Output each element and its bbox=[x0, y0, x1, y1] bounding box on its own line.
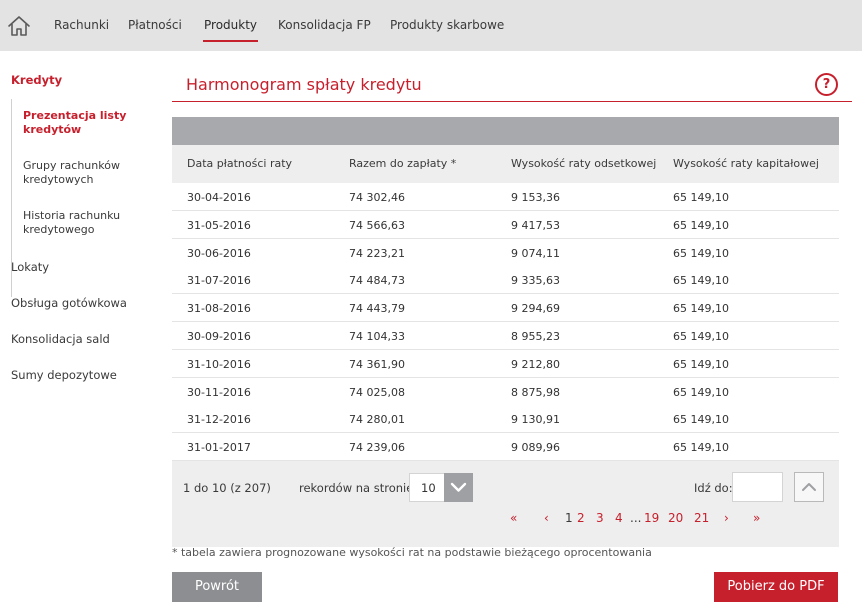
cell-total: 74 361,90 bbox=[349, 357, 405, 371]
cell-date: 31-10-2016 bbox=[187, 357, 251, 371]
sidebar-item-obsluga-gotowkowa[interactable]: Obsługa gotówkowa bbox=[11, 296, 127, 310]
cell-capital: 65 149,10 bbox=[673, 441, 729, 455]
table-row: 30-11-2016 74 025,08 8 875,98 65 149,10 bbox=[172, 377, 839, 406]
pagination-next[interactable]: › bbox=[724, 511, 729, 525]
cell-date: 31-08-2016 bbox=[187, 302, 251, 316]
cell-interest: 9 417,53 bbox=[511, 218, 560, 232]
table-row: 31-05-2016 74 566,63 9 417,53 65 149,10 bbox=[172, 210, 839, 239]
records-per-page-label: rekordów na stronie bbox=[299, 481, 414, 495]
sidebar-item-konsolidacja-sald[interactable]: Konsolidacja sald bbox=[11, 332, 110, 346]
cell-total: 74 280,01 bbox=[349, 413, 405, 427]
sidebar-item-lokaty[interactable]: Lokaty bbox=[11, 260, 49, 274]
back-button[interactable]: Powrót bbox=[172, 572, 262, 602]
cell-date: 31-07-2016 bbox=[187, 274, 251, 288]
table-row: 31-08-2016 74 443,79 9 294,69 65 149,10 bbox=[172, 294, 839, 323]
cell-capital: 65 149,10 bbox=[673, 218, 729, 232]
cell-total: 74 223,21 bbox=[349, 246, 405, 260]
cell-interest: 9 130,91 bbox=[511, 413, 560, 427]
nav-item-produkty-skarbowe[interactable]: Produkty skarbowe bbox=[390, 18, 504, 32]
pagination-page-2[interactable]: 2 bbox=[577, 511, 585, 525]
goto-page-input[interactable] bbox=[732, 472, 783, 502]
pagination-page-3[interactable]: 3 bbox=[596, 511, 604, 525]
pagination-page-20[interactable]: 20 bbox=[668, 511, 683, 525]
cell-total: 74 104,33 bbox=[349, 330, 405, 343]
cell-interest: 9 212,80 bbox=[511, 357, 560, 371]
sidebar-header-kredyty[interactable]: Kredyty bbox=[11, 73, 62, 87]
records-per-page-select[interactable]: 10 bbox=[409, 473, 473, 502]
column-header-total[interactable]: Razem do zapłaty * bbox=[349, 157, 456, 170]
nav-item-produkty[interactable]: Produkty bbox=[204, 18, 257, 32]
chevron-up-icon[interactable] bbox=[794, 472, 824, 502]
cell-capital: 65 149,10 bbox=[673, 191, 729, 204]
cell-capital: 65 149,10 bbox=[673, 246, 729, 260]
download-pdf-button[interactable]: Pobierz do PDF bbox=[714, 572, 838, 602]
table-row: 31-12-2016 74 280,01 9 130,91 65 149,10 bbox=[172, 405, 839, 434]
cell-capital: 65 149,10 bbox=[673, 302, 729, 316]
goto-label: Idź do: bbox=[694, 481, 733, 495]
cell-interest: 9 153,36 bbox=[511, 191, 560, 204]
pagination-last[interactable]: » bbox=[753, 511, 760, 525]
cell-total: 74 302,46 bbox=[349, 191, 405, 204]
cell-date: 30-04-2016 bbox=[187, 191, 251, 204]
cell-interest: 9 294,69 bbox=[511, 302, 560, 316]
pagination-prev[interactable]: ‹ bbox=[544, 511, 549, 525]
active-nav-indicator bbox=[203, 40, 258, 42]
cell-interest: 8 875,98 bbox=[511, 385, 560, 399]
cell-capital: 65 149,10 bbox=[673, 385, 729, 399]
pagination-page-21[interactable]: 21 bbox=[694, 511, 709, 525]
cell-total: 74 484,73 bbox=[349, 274, 405, 288]
table-row: 30-06-2016 74 223,21 9 074,11 65 149,10 bbox=[172, 238, 839, 267]
cell-date: 31-05-2016 bbox=[187, 218, 251, 232]
table-top-bar bbox=[172, 117, 839, 145]
cell-interest: 9 089,96 bbox=[511, 441, 560, 455]
cell-date: 31-12-2016 bbox=[187, 413, 251, 427]
cell-date: 30-11-2016 bbox=[187, 385, 251, 399]
top-navigation: Rachunki Płatności Produkty Konsolidacja… bbox=[0, 0, 862, 51]
cell-capital: 65 149,10 bbox=[673, 357, 729, 371]
pagination-page-19[interactable]: 19 bbox=[644, 511, 659, 525]
pagination-bar: 1 do 10 (z 207) rekordów na stronie 10 I… bbox=[172, 461, 839, 547]
home-icon[interactable] bbox=[6, 14, 32, 38]
title-underline bbox=[172, 101, 852, 102]
chevron-down-icon[interactable] bbox=[444, 473, 473, 502]
cell-date: 30-09-2016 bbox=[187, 330, 251, 343]
table-row: 30-04-2016 74 302,46 9 153,36 65 149,10 bbox=[172, 183, 839, 211]
records-info: 1 do 10 (z 207) bbox=[183, 481, 271, 495]
footnote: * tabela zawiera prognozowane wysokości … bbox=[172, 546, 652, 559]
cell-interest: 9 335,63 bbox=[511, 274, 560, 288]
table-row: 31-10-2016 74 361,90 9 212,80 65 149,10 bbox=[172, 349, 839, 378]
sidebar-item-prezentacja-listy-kredytow[interactable]: Prezentacja listy kredytów bbox=[23, 109, 133, 137]
table-header: Data płatności raty Razem do zapłaty * W… bbox=[172, 145, 839, 183]
sidebar-item-sumy-depozytowe[interactable]: Sumy depozytowe bbox=[11, 368, 117, 382]
cell-total: 74 443,79 bbox=[349, 302, 405, 316]
help-icon[interactable]: ? bbox=[815, 73, 838, 96]
records-per-page-value: 10 bbox=[421, 481, 436, 495]
cell-total: 74 025,08 bbox=[349, 385, 405, 399]
nav-item-konsolidacja-fp[interactable]: Konsolidacja FP bbox=[278, 18, 371, 32]
cell-date: 30-06-2016 bbox=[187, 246, 251, 260]
table-row: 31-01-2017 74 239,06 9 089,96 65 149,10 bbox=[172, 433, 839, 462]
cell-capital: 65 149,10 bbox=[673, 330, 729, 343]
pagination-page-4[interactable]: 4 bbox=[615, 511, 623, 525]
cell-total: 74 239,06 bbox=[349, 441, 405, 455]
cell-interest: 9 074,11 bbox=[511, 246, 560, 260]
cell-date: 31-01-2017 bbox=[187, 441, 251, 455]
cell-capital: 65 149,10 bbox=[673, 413, 729, 427]
pagination-first[interactable]: « bbox=[510, 511, 517, 525]
column-header-date[interactable]: Data płatności raty bbox=[187, 157, 292, 170]
column-header-interest[interactable]: Wysokość raty odsetkowej bbox=[511, 157, 656, 170]
cell-interest: 8 955,23 bbox=[511, 330, 560, 343]
column-header-capital[interactable]: Wysokość raty kapitałowej bbox=[673, 157, 819, 170]
cell-total: 74 566,63 bbox=[349, 218, 405, 232]
nav-item-platnosci[interactable]: Płatności bbox=[128, 18, 182, 32]
table-row: 30-09-2016 74 104,33 8 955,23 65 149,10 bbox=[172, 322, 839, 350]
nav-item-rachunki[interactable]: Rachunki bbox=[54, 18, 109, 32]
cell-capital: 65 149,10 bbox=[673, 274, 729, 288]
sidebar-item-historia-rachunku[interactable]: Historia rachunku kredytowego bbox=[23, 209, 133, 237]
pagination-ellipsis: ... bbox=[630, 511, 642, 525]
page-title: Harmonogram spłaty kredytu bbox=[186, 75, 422, 94]
table-row: 31-07-2016 74 484,73 9 335,63 65 149,10 bbox=[172, 266, 839, 295]
sidebar-item-grupy-rachunkow[interactable]: Grupy rachunków kredytowych bbox=[23, 159, 133, 187]
pagination-page-1[interactable]: 1 bbox=[565, 511, 573, 525]
